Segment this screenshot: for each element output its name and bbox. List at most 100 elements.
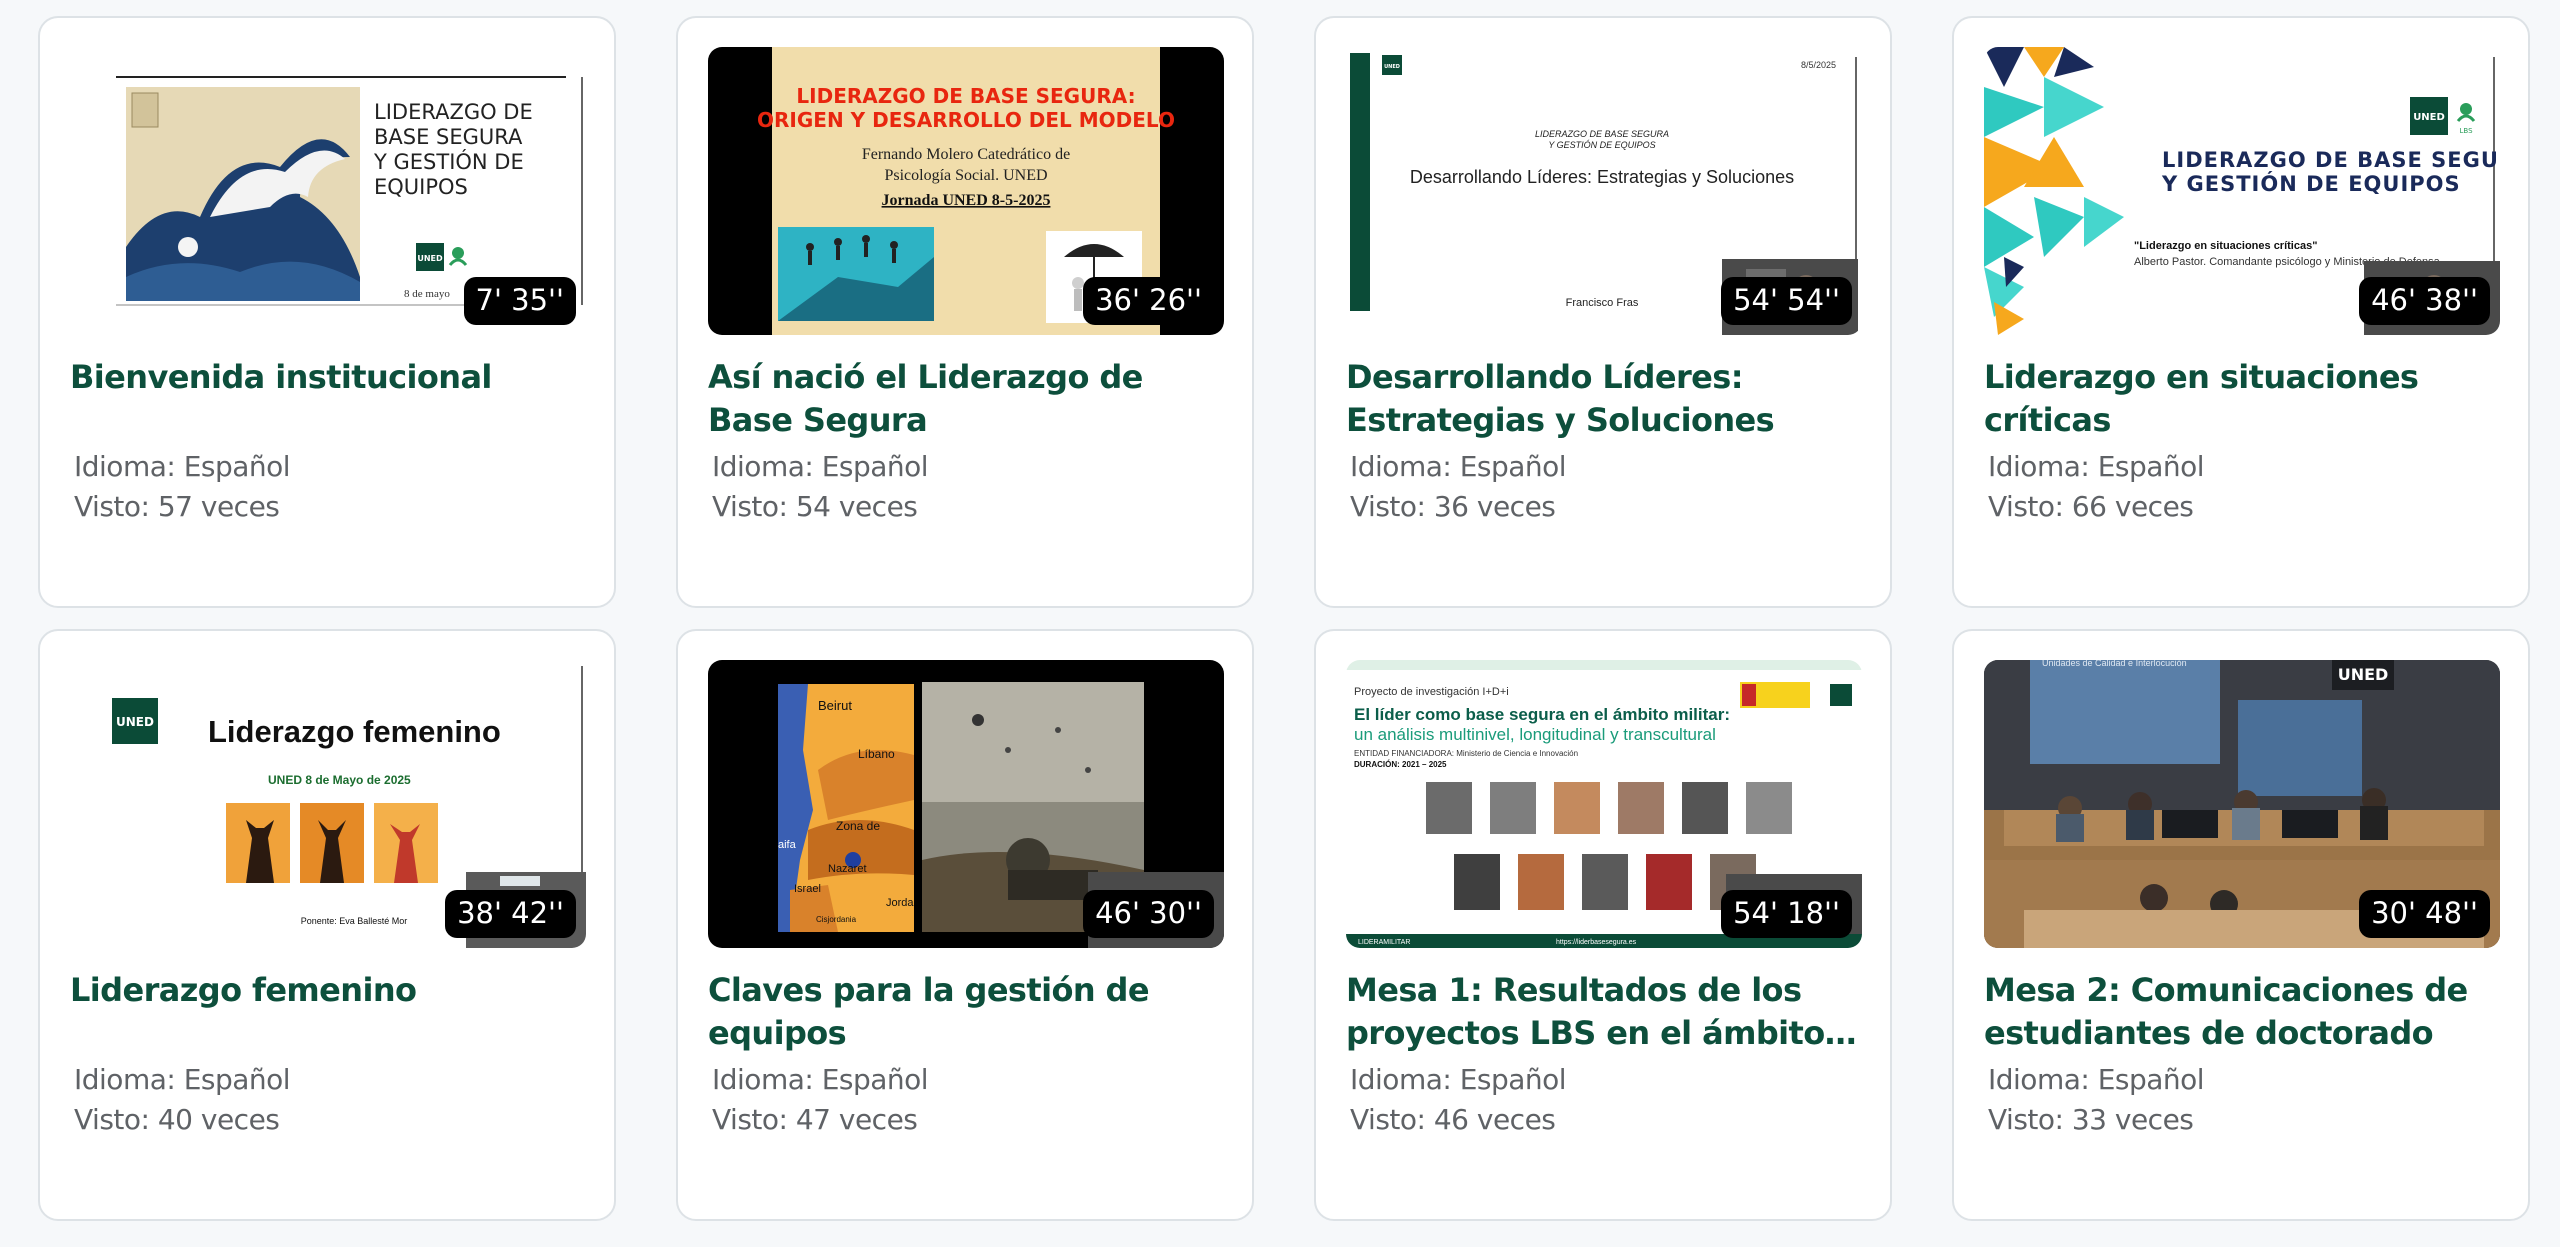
duration-badge: 54' 54'' bbox=[1721, 277, 1852, 325]
uned-logo-icon bbox=[1830, 684, 1852, 706]
ministry-logo-icon bbox=[1740, 682, 1810, 708]
video-thumbnail[interactable]: LIDERAZGO DE BASE SEGURA Y GESTIÓN DE EQ… bbox=[70, 47, 586, 335]
video-language: Idioma: Español bbox=[1988, 1063, 2205, 1096]
slide-speaker: Francisco Fras bbox=[1566, 297, 1639, 309]
uned-logo-icon: UNED bbox=[2410, 97, 2448, 135]
svg-text:UNED: UNED bbox=[2413, 112, 2445, 123]
video-title[interactable]: Así nació el Liderazgo de Base Segura bbox=[708, 356, 1230, 442]
map-label: Israel bbox=[794, 883, 821, 895]
video-views: Visto: 40 veces bbox=[74, 1103, 280, 1136]
video-title[interactable]: Mesa 1: Resultados de los proyectos LBS … bbox=[1346, 969, 1868, 1055]
slide-heading: El líder como base segura en el ámbito m… bbox=[1354, 705, 1730, 724]
slide-date: 8 de mayo bbox=[404, 288, 450, 300]
slide-subheading: un análisis multinivel, longitudinal y t… bbox=[1354, 725, 1716, 744]
slide-date: 8/5/2025 bbox=[1801, 60, 1836, 70]
video-title[interactable]: Claves para la gestión de equipos bbox=[708, 969, 1230, 1055]
slide-heading: ORIGEN Y DESARROLLO DEL MODELO bbox=[757, 108, 1175, 132]
map-label: Beirut bbox=[818, 698, 852, 713]
video-language: Idioma: Español bbox=[74, 1063, 291, 1096]
slide-kicker: Proyecto de investigación I+D+i bbox=[1354, 686, 1509, 698]
video-thumbnail[interactable]: UNED LBS LIDERAZGO DE BASE SEGURA Y GEST… bbox=[1984, 47, 2500, 335]
map-label: Jorda bbox=[886, 897, 914, 909]
slide-author: Psicología Social. UNED bbox=[884, 167, 1047, 184]
duration-badge: 7' 35'' bbox=[463, 277, 576, 325]
video-language: Idioma: Español bbox=[1350, 1063, 1567, 1096]
video-thumbnail[interactable]: Unidades de Calidad e Interlocución UNED bbox=[1984, 660, 2500, 948]
video-views: Visto: 33 veces bbox=[1988, 1103, 2194, 1136]
video-card[interactable]: UNED Liderazgo femenino UNED 8 de Mayo d… bbox=[38, 629, 616, 1221]
video-views: Visto: 66 veces bbox=[1988, 490, 2194, 523]
duration-badge: 36' 26'' bbox=[1083, 277, 1214, 325]
video-views: Visto: 54 veces bbox=[712, 490, 918, 523]
slide-event: Jornada UNED 8-5-2025 bbox=[882, 192, 1051, 209]
video-card[interactable]: UNED 8/5/2025 LIDERAZGO DE BASE SEGURA Y… bbox=[1314, 16, 1892, 608]
slide-line: Y GESTIÓN DE bbox=[373, 149, 524, 174]
video-card[interactable]: UNED LBS LIDERAZGO DE BASE SEGURA Y GEST… bbox=[1952, 16, 2530, 608]
video-thumbnail[interactable]: UNED Liderazgo femenino UNED 8 de Mayo d… bbox=[70, 660, 586, 948]
slide-author: Fernando Molero Catedrático de bbox=[862, 146, 1070, 163]
slide-heading: Y GESTIÓN DE EQUIPOS bbox=[2161, 171, 2461, 196]
video-thumbnail[interactable]: LIDERAZGO DE BASE SEGURA: ORIGEN Y DESAR… bbox=[708, 47, 1224, 335]
slide-date: UNED 8 de Mayo de 2025 bbox=[268, 773, 411, 787]
video-thumbnail[interactable]: Beirut Líbano Zona de Nazaret Israel Jor… bbox=[708, 660, 1224, 948]
svg-text:UNED: UNED bbox=[116, 715, 154, 729]
video-language: Idioma: Español bbox=[74, 450, 291, 483]
video-language: Idioma: Español bbox=[712, 1063, 929, 1096]
video-language: Idioma: Español bbox=[712, 450, 929, 483]
duration-badge: 54' 18'' bbox=[1721, 890, 1852, 938]
uned-logo-icon: UNED bbox=[2338, 665, 2389, 684]
duration-badge: 38' 42'' bbox=[445, 890, 576, 938]
duration-badge: 46' 30'' bbox=[1083, 890, 1214, 938]
map-image: Beirut Líbano Zona de Nazaret Israel Jor… bbox=[778, 684, 914, 932]
svg-text:LBS: LBS bbox=[2459, 127, 2473, 135]
slide-line: BASE SEGURA bbox=[374, 125, 523, 149]
video-title[interactable]: Liderazgo en situaciones críticas bbox=[1984, 356, 2506, 442]
uned-logo-icon: UNED bbox=[416, 243, 444, 271]
slide-line: LIDERAZGO DE bbox=[374, 100, 533, 124]
video-thumbnail[interactable]: Proyecto de investigación I+D+i El líder… bbox=[1346, 660, 1862, 948]
map-label: Nazaret bbox=[828, 863, 867, 875]
slide-line: EQUIPOS bbox=[374, 175, 468, 199]
video-views: Visto: 36 veces bbox=[1350, 490, 1556, 523]
uned-logo-icon: UNED bbox=[1384, 64, 1400, 70]
wave-painting-image bbox=[126, 87, 360, 301]
duration-badge: 46' 38'' bbox=[2359, 277, 2490, 325]
slide-heading: Desarrollando Líderes: Estrategias y Sol… bbox=[1410, 167, 1794, 187]
slide-heading: LIDERAZGO DE BASE SEGURA bbox=[2162, 148, 2500, 172]
video-thumbnail[interactable]: UNED 8/5/2025 LIDERAZGO DE BASE SEGURA Y… bbox=[1346, 47, 1862, 335]
video-card[interactable]: LIDERAZGO DE BASE SEGURA Y GESTIÓN DE EQ… bbox=[38, 16, 616, 608]
slide-period: DURACIÓN: 2021 – 2025 bbox=[1354, 760, 1447, 769]
video-views: Visto: 46 veces bbox=[1350, 1103, 1556, 1136]
slide-small-heading: LIDERAZGO DE BASE SEGURA bbox=[1535, 129, 1669, 139]
slide-heading: Liderazgo femenino bbox=[208, 714, 501, 749]
video-title[interactable]: Mesa 2: Comunicaciones de estudiantes de… bbox=[1984, 969, 2506, 1055]
slide-heading: LIDERAZGO DE BASE SEGURA: bbox=[796, 84, 1135, 108]
video-card[interactable]: Proyecto de investigación I+D+i El líder… bbox=[1314, 629, 1892, 1221]
video-language: Idioma: Español bbox=[1350, 450, 1567, 483]
map-label: Zona de bbox=[836, 819, 880, 833]
video-card[interactable]: Unidades de Calidad e Interlocución UNED bbox=[1952, 629, 2530, 1221]
screen-text: Unidades de Calidad e Interlocución bbox=[2042, 660, 2187, 668]
women-silhouettes-image bbox=[226, 803, 438, 883]
slide-footer: LIDERAMILITAR bbox=[1358, 939, 1410, 946]
video-card[interactable]: LIDERAZGO DE BASE SEGURA: ORIGEN Y DESAR… bbox=[676, 16, 1254, 608]
climbers-image bbox=[778, 227, 934, 321]
video-card[interactable]: Beirut Líbano Zona de Nazaret Israel Jor… bbox=[676, 629, 1254, 1221]
video-title[interactable]: Liderazgo femenino bbox=[70, 969, 592, 1012]
svg-text:UNED: UNED bbox=[417, 254, 443, 263]
map-label: Cisjordania bbox=[816, 915, 857, 924]
slide-funding: ENTIDAD FINANCIADORA: Ministerio de Cien… bbox=[1354, 749, 1578, 758]
video-grid: LIDERAZGO DE BASE SEGURA Y GESTIÓN DE EQ… bbox=[0, 0, 2560, 1247]
video-views: Visto: 57 veces bbox=[74, 490, 280, 523]
slide-small-heading: Y GESTIÓN DE EQUIPOS bbox=[1548, 140, 1655, 150]
map-label: Líbano bbox=[858, 747, 895, 761]
video-title[interactable]: Bienvenida institucional bbox=[70, 356, 592, 399]
uned-logo-icon: UNED bbox=[112, 698, 158, 744]
duration-badge: 30' 48'' bbox=[2359, 890, 2490, 938]
video-language: Idioma: Español bbox=[1988, 450, 2205, 483]
video-views: Visto: 47 veces bbox=[712, 1103, 918, 1136]
slide-url: https://liderbasesegura.es bbox=[1556, 939, 1637, 946]
slide-speaker: Ponente: Eva Ballesté Mor bbox=[301, 916, 408, 926]
slide-subheading: "Liderazgo en situaciones críticas" bbox=[2134, 240, 2317, 252]
video-title[interactable]: Desarrollando Líderes: Estrategias y Sol… bbox=[1346, 356, 1868, 442]
